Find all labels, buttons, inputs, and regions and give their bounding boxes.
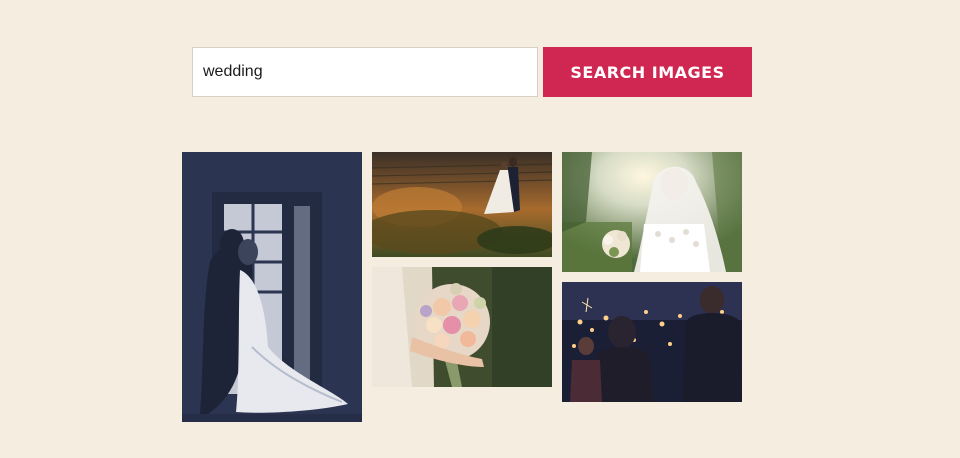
bride-veil-photo bbox=[562, 152, 742, 272]
search-input[interactable] bbox=[192, 47, 538, 97]
bride-bouquet-photo bbox=[372, 267, 552, 387]
sparkler-reception-photo bbox=[562, 282, 742, 402]
result-image-sparkler-reception[interactable] bbox=[562, 282, 742, 402]
result-image-bride-veil[interactable] bbox=[562, 152, 742, 272]
search-images-button[interactable]: SEARCH IMAGES bbox=[543, 47, 752, 97]
couple-silhouette-window-photo bbox=[182, 152, 362, 422]
couple-vineyard-photo bbox=[372, 152, 552, 257]
result-image-bride-bouquet[interactable] bbox=[372, 267, 552, 387]
result-image-couple-window[interactable] bbox=[182, 152, 362, 422]
result-image-couple-vineyard[interactable] bbox=[372, 152, 552, 257]
